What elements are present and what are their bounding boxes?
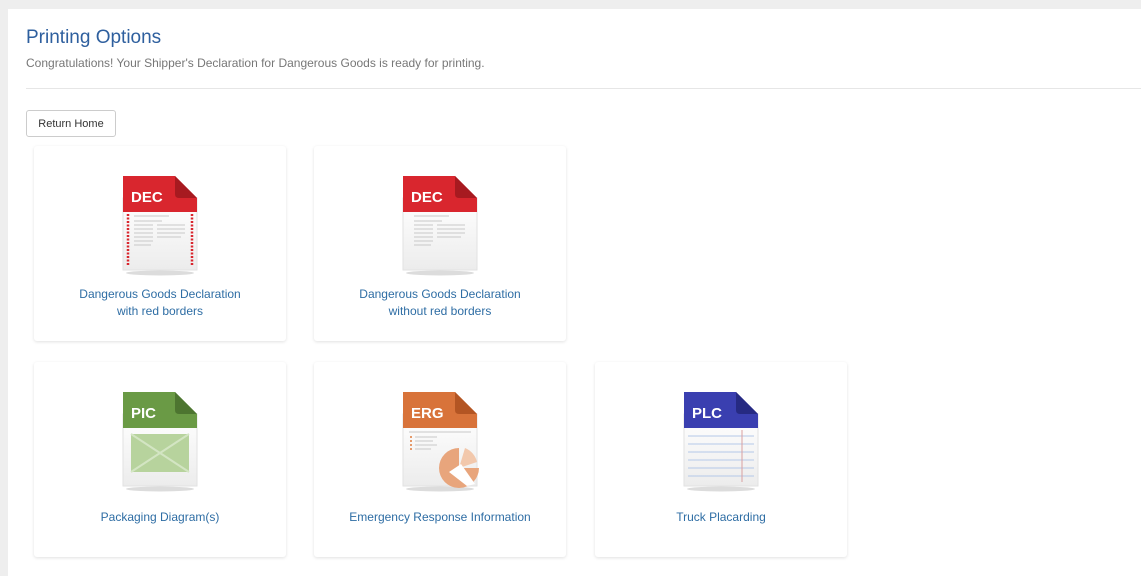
print-option-emergency-response[interactable]: ERG Emergency Response Information [314, 362, 566, 557]
page-subtitle: Congratulations! Your Shipper's Declarat… [26, 56, 485, 70]
svg-text:DEC: DEC [131, 189, 163, 206]
print-option-label: Dangerous Goods Declaration without red … [359, 287, 521, 318]
print-option-label: Packaging Diagram(s) [100, 510, 220, 524]
document-plc-icon: PLC [683, 392, 759, 492]
svg-text:DEC: DEC [411, 189, 443, 206]
document-dec-icon: DEC [402, 176, 478, 276]
document-dec-red-border-icon: DEC [122, 176, 198, 276]
print-option-truck-placarding[interactable]: PLC Truck Placarding [595, 362, 847, 557]
print-option-label: Emergency Response Information [349, 510, 531, 524]
print-option-dec-no-borders[interactable]: DEC Dangerous Goods Declaration without … [314, 146, 566, 341]
print-option-packaging-diagrams[interactable]: PIC Packaging Diagram(s) [34, 362, 286, 557]
print-option-label: Dangerous Goods Declaration with red bor… [79, 287, 241, 318]
print-option-dec-red-borders[interactable]: DEC Dangerous Goods Declaration with red… [34, 146, 286, 341]
svg-text:PIC: PIC [131, 405, 156, 422]
print-option-label: Truck Placarding [676, 510, 766, 524]
page-title: Printing Options [26, 27, 162, 48]
document-pic-icon: PIC [122, 392, 198, 492]
svg-text:PLC: PLC [692, 405, 722, 422]
svg-text:ERG: ERG [411, 405, 444, 422]
divider [26, 88, 1141, 89]
return-home-button[interactable]: Return Home [26, 110, 116, 137]
document-erg-icon: ERG [402, 392, 479, 492]
